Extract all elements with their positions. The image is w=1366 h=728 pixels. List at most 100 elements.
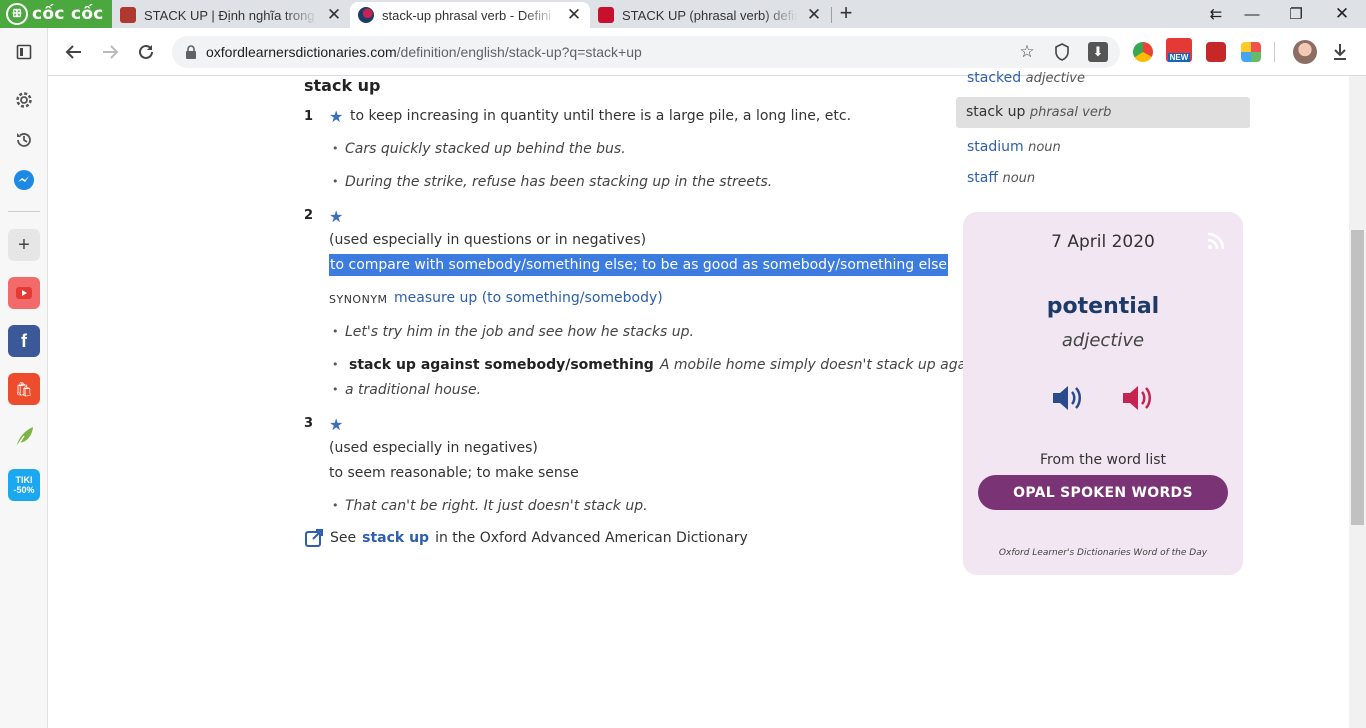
collocation-sentence: A mobile home simply doesn't stack up ag…: [659, 357, 992, 373]
download-video-icon[interactable]: ⬇: [1088, 42, 1108, 62]
close-tab-icon[interactable]: ✕: [326, 5, 342, 25]
tab-3[interactable]: STACK UP (phrasal verb) defin ✕: [590, 2, 830, 28]
related-entry-staff[interactable]: staff noun: [967, 170, 1035, 186]
sense-number: 1: [304, 109, 314, 124]
example-sentence: During the strike, refuse has been stack…: [332, 174, 772, 190]
close-tab-icon[interactable]: ✕: [806, 5, 822, 25]
profile-avatar[interactable]: [1293, 40, 1317, 64]
close-tab-icon[interactable]: ✕: [566, 5, 582, 25]
see-also-suffix: in the Oxford Advanced American Dictiona…: [435, 530, 748, 546]
grammar-note: (used especially in negatives): [329, 440, 538, 456]
color-grid-extension-icon[interactable]: [1241, 42, 1261, 62]
related-entry-stadium[interactable]: stadium noun: [967, 139, 1061, 155]
close-window-button[interactable]: ✕: [1322, 0, 1362, 28]
sidebar-toggle-icon[interactable]: [8, 36, 40, 68]
red-extension-icon[interactable]: [1206, 42, 1226, 62]
related-word: staff: [967, 170, 999, 186]
url-path: /definition/english/stack-up?q=stack+up: [396, 44, 642, 60]
tab-title: STACK UP | Định nghĩa trong: [144, 7, 315, 23]
related-pos: noun: [1028, 140, 1061, 155]
related-pos: adjective: [1025, 71, 1086, 86]
see-also-line: See stack up in the Oxford Advanced Amer…: [304, 528, 748, 548]
restore-button[interactable]: ❐: [1276, 0, 1316, 28]
related-pos: phrasal verb: [1029, 105, 1112, 120]
headword: stack up: [304, 76, 381, 95]
forward-arrow-icon: [103, 45, 119, 59]
synonym-label: SYNONYM: [329, 293, 388, 306]
shopee-icon[interactable]: 🛍: [8, 373, 40, 405]
toolbar-separator: [1274, 42, 1275, 62]
us-pronunciation-speaker-icon[interactable]: [1121, 382, 1155, 414]
tab-search-icon[interactable]: ⇇: [1196, 0, 1236, 28]
youtube-icon[interactable]: [8, 277, 40, 309]
reload-icon: [139, 44, 153, 59]
forward-button[interactable]: [98, 40, 122, 64]
new-tab-button[interactable]: +: [836, 2, 856, 26]
opal-spoken-words-button[interactable]: OPAL SPOKEN WORDS: [978, 475, 1228, 510]
minimize-button[interactable]: —: [1232, 0, 1272, 28]
related-entry-stack-up[interactable]: stack up phrasal verb: [966, 104, 1111, 120]
wotd-part-of-speech: adjective: [1061, 330, 1145, 351]
oxford3000-star-icon: ★: [329, 107, 344, 126]
tiki-promo-label: TIKI -50%: [13, 475, 35, 495]
browser-brand[interactable]: ꕥ cốc cốc: [0, 0, 112, 28]
external-link-icon: [305, 529, 323, 547]
related-entry-stacked[interactable]: stacked adjective: [967, 70, 1085, 86]
tab-strip: ꕥ cốc cốc STACK UP | Định nghĩa trong ✕ …: [0, 0, 1366, 28]
bookmark-star-icon[interactable]: ☆: [1017, 42, 1037, 62]
address-bar[interactable]: oxfordlearnersdictionaries.com/definitio…: [172, 36, 1120, 68]
facebook-icon[interactable]: f: [8, 325, 40, 357]
tab-1[interactable]: STACK UP | Định nghĩa trong ✕: [112, 2, 350, 28]
oxford-favicon-icon: [358, 7, 374, 23]
synonym-link[interactable]: measure up (to something/somebody): [394, 290, 663, 306]
wotd-word[interactable]: potential: [963, 294, 1243, 319]
sense-number: 3: [304, 416, 314, 431]
see-also-prefix: See: [330, 530, 357, 546]
collins-favicon-icon: [598, 7, 614, 23]
back-arrow-icon: [65, 45, 81, 59]
tab-2[interactable]: stack-up phrasal verb - Defini ✕: [350, 2, 590, 28]
sidebar-divider: [8, 211, 40, 212]
wotd-from-label: From the word list: [1040, 452, 1166, 468]
shield-icon[interactable]: [1052, 42, 1072, 62]
tiki-icon[interactable]: TIKI -50%: [8, 469, 40, 501]
new-badge-extension-icon[interactable]: NEW: [1166, 38, 1192, 62]
chrome-extension-icon[interactable]: [1133, 42, 1153, 62]
sense-definition-selected[interactable]: to compare with somebody/something else;…: [329, 254, 949, 276]
sense-definition: to seem reasonable; to make sense: [329, 465, 579, 481]
tab-title: STACK UP (phrasal verb) defin: [622, 7, 798, 23]
wotd-footer: Oxford Learner's Dictionaries Word of th…: [998, 548, 1208, 558]
add-icon[interactable]: +: [8, 229, 40, 261]
coccoc-logo-icon: ꕥ: [6, 3, 28, 25]
leaf-icon[interactable]: [8, 421, 40, 453]
rss-icon[interactable]: [1207, 232, 1225, 250]
url-text: oxfordlearnersdictionaries.com/definitio…: [206, 44, 642, 60]
reload-button[interactable]: [134, 40, 158, 64]
sense-number: 2: [304, 208, 314, 223]
page-scrollbar-thumb[interactable]: [1351, 230, 1364, 525]
collocation-example: stack up against somebody/something A mob…: [332, 357, 992, 373]
history-icon[interactable]: [8, 124, 40, 156]
downloads-icon[interactable]: [1330, 42, 1350, 62]
cambridge-favicon-icon: [120, 7, 136, 23]
sense-definition: to keep increasing in quantity until the…: [350, 108, 852, 124]
uk-pronunciation-speaker-icon[interactable]: [1051, 382, 1085, 414]
example-sentence: Let's try him in the job and see how he …: [332, 324, 694, 340]
related-word: stacked: [967, 70, 1022, 86]
messenger-icon[interactable]: [8, 164, 40, 196]
browser-brand-label: cốc cốc: [32, 4, 104, 24]
settings-icon[interactable]: [8, 84, 40, 116]
dictionary-content: stack up 1 ★ to keep increasing in quant…: [48, 70, 1349, 728]
lock-icon: [186, 45, 196, 59]
see-also-link[interactable]: stack up: [362, 530, 429, 546]
extension-badge-label: NEW: [1167, 53, 1191, 62]
example-sentence: That can't be right. It just doesn't sta…: [332, 498, 648, 514]
back-button[interactable]: [62, 40, 86, 64]
related-pos: noun: [1002, 171, 1036, 186]
related-word: stadium: [967, 139, 1024, 155]
tab-title: stack-up phrasal verb - Defini: [382, 7, 552, 23]
oxford3000-star-icon: ★: [329, 415, 344, 434]
grammar-note: (used especially in questions or in nega…: [329, 232, 647, 248]
browser-toolbar: oxfordlearnersdictionaries.com/definitio…: [0, 28, 1366, 76]
related-word: stack up: [966, 104, 1026, 120]
